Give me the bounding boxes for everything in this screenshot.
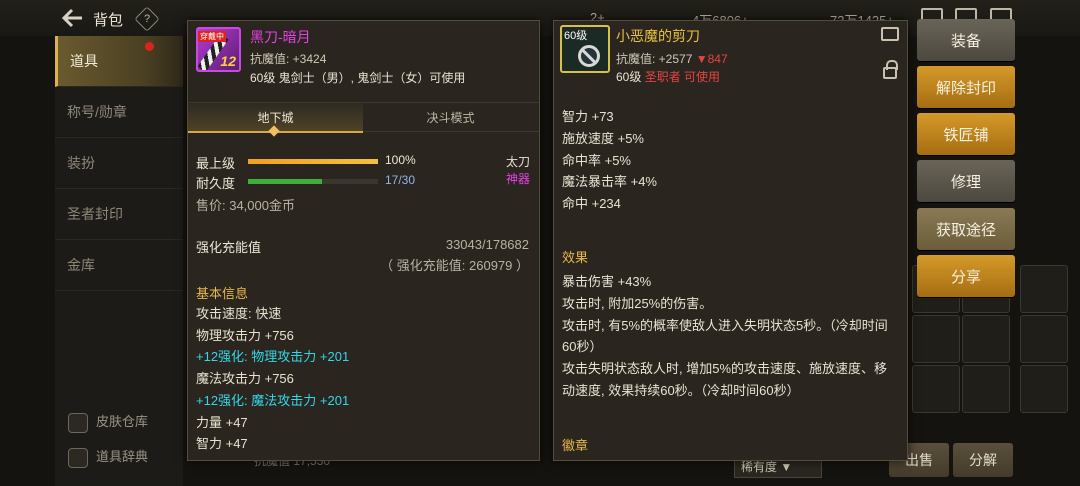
resist-value: 抗魔值: +3424 <box>250 52 327 66</box>
attr-line: 施放速度 +5% <box>562 130 644 146</box>
book-icon <box>68 447 88 468</box>
item-dictionary-link[interactable]: 道具辞典 <box>68 446 148 468</box>
notification-dot <box>145 42 154 51</box>
sword-item-icon: 穿戴中 12 <box>196 27 241 72</box>
attr-line: 命中率 +5% <box>562 152 631 168</box>
item-attributes: 智力 +73 施放速度 +5% 命中率 +5% 魔法暴击率 +4% 命中 +23… <box>562 106 657 215</box>
effect-line: 暴击伤害 +43% <box>562 274 652 289</box>
charge-total: （ 强化充能值: 260979 ） <box>380 258 529 273</box>
requirement: 60级 圣职者 可使用 <box>616 70 721 84</box>
grade-value: 100% <box>385 153 416 167</box>
attr-line: +12强化: 魔法攻击力 +201 <box>196 392 350 408</box>
durability-label: 耐久度 <box>196 176 236 191</box>
effect-line: 攻击时, 有5%的概率使敌人进入失明状态5秒。（冷却时间60秒） <box>562 317 888 355</box>
sidebar-item-titles[interactable]: 称号/勋章 <box>55 87 183 138</box>
attr-line: +12强化: 物理攻击力 +201 <box>196 349 350 365</box>
obtain-route-button[interactable]: 获取途径 <box>917 208 1015 250</box>
sidebar-item-seal[interactable]: 圣者封印 <box>55 189 183 240</box>
scissors-item-icon: 60级 <box>560 25 610 73</box>
back-arrow-icon[interactable] <box>60 7 84 29</box>
compare-item-tooltip: 60级 小恶魔的剪刀 抗魔值: +2577 ▼847 60级 圣职者 可使用 智… <box>553 20 908 461</box>
inventory-slot[interactable] <box>962 365 1010 413</box>
tab-pvp[interactable]: 决斗模式 <box>363 103 538 133</box>
charge-label: 强化充能值 <box>196 240 262 255</box>
basic-attributes: 攻击速度: 快速 物理攻击力 +756 +12强化: 物理攻击力 +201 魔法… <box>196 303 349 455</box>
inventory-slot[interactable] <box>1020 315 1068 363</box>
resist-diff: ▼847 <box>695 52 728 66</box>
blacksmith-button[interactable]: 铁匠铺 <box>917 113 1015 155</box>
grade-label: 最上级 <box>196 156 236 171</box>
mode-tabs: 地下城 决斗模式 <box>188 102 539 137</box>
unseal-button[interactable]: 解除封印 <box>917 66 1015 108</box>
resist-value: 抗魔值: +2577 ▼847 <box>616 52 728 66</box>
durability-bar <box>248 179 378 184</box>
attr-line: 攻击速度: 快速 <box>196 306 282 321</box>
help-icon[interactable]: ? <box>134 6 160 32</box>
sidebar-item-vault[interactable]: 金库 <box>55 240 183 291</box>
sell-price: 售价: 34,000金币 <box>196 198 295 213</box>
attr-line: 魔法暴击率 +4% <box>562 174 657 190</box>
share-button[interactable]: 分享 <box>917 255 1015 297</box>
inventory-slot[interactable] <box>1020 265 1068 313</box>
item-name: 小恶魔的剪刀 <box>616 28 700 44</box>
inventory-slot[interactable] <box>912 365 960 413</box>
attr-line: 智力 +73 <box>562 109 614 124</box>
attr-line: 智力 +47 <box>196 436 248 452</box>
inventory-slot[interactable] <box>962 315 1010 363</box>
grade-bar <box>248 159 378 164</box>
requirement: 60级 鬼剑士（男）, 鬼剑士（女）可使用 <box>250 71 466 85</box>
effect-line: 攻击失明状态敌人时, 增加5%的攻击速度、施放速度、移动速度, 效果持续60秒。… <box>562 361 888 398</box>
weapon-grade: 神器 <box>506 172 531 186</box>
attr-line: 力量 +47 <box>196 414 248 430</box>
effect-line: 攻击时, 附加25%的伤害。 <box>562 295 713 311</box>
weapon-type: 太刀 <box>506 155 531 169</box>
item-name: 黑刀-暗月 <box>250 29 311 45</box>
lock-icon[interactable] <box>883 60 898 79</box>
sidebar-item-items[interactable]: 道具 <box>55 36 183 87</box>
share-icon[interactable] <box>881 27 899 41</box>
disassemble-button[interactable]: 分解 <box>953 443 1013 477</box>
attr-line: 命中 +234 <box>562 196 621 212</box>
inventory-slot[interactable] <box>912 315 960 363</box>
sidebar-item-avatar[interactable]: 装扮 <box>55 138 183 189</box>
attr-line: 物理攻击力 +756 <box>196 327 294 343</box>
equip-button[interactable]: 装备 <box>917 19 1015 61</box>
effect-list: 暴击伤害 +43% 攻击时, 附加25%的伤害。 攻击时, 有5%的概率使敌人进… <box>562 271 897 402</box>
charge-value: 33043/178682 <box>445 237 529 252</box>
unusable-icon <box>578 45 600 67</box>
effect-title: 效果 <box>562 250 589 265</box>
skin-warehouse-link[interactable]: 皮肤仓库 <box>68 411 148 433</box>
durability-value: 17/30 <box>385 173 416 187</box>
wardrobe-icon <box>68 412 88 433</box>
badge-title: 徽章 <box>562 438 589 453</box>
basic-info-title: 基本信息 <box>196 286 249 301</box>
repair-button[interactable]: 修理 <box>917 160 1015 202</box>
inventory-slot[interactable] <box>1020 365 1068 413</box>
equipped-item-tooltip: 穿戴中 12 黑刀-暗月 抗魔值: +3424 60级 鬼剑士（男）, 鬼剑士（… <box>187 20 540 461</box>
attr-line: 魔法攻击力 +756 <box>196 371 294 387</box>
page-title: 背包 <box>93 12 124 29</box>
